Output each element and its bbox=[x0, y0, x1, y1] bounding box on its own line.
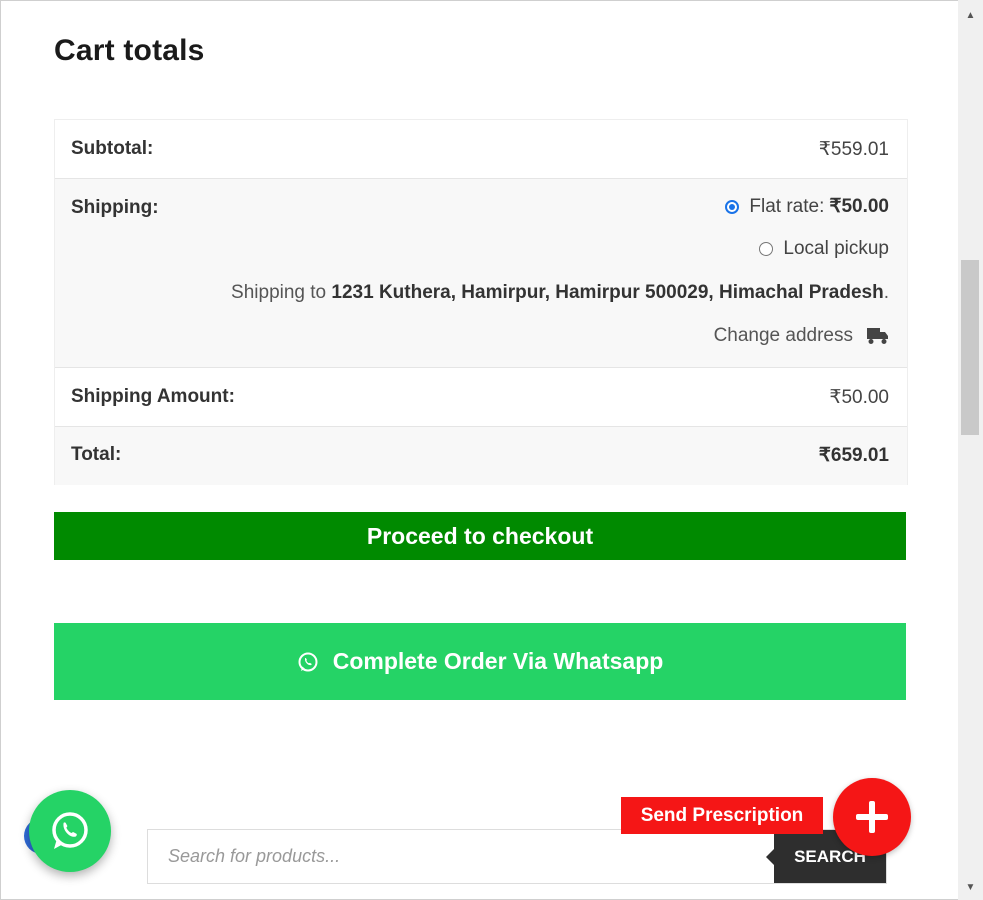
complete-order-whatsapp-label: Complete Order Via Whatsapp bbox=[332, 648, 664, 674]
subtotal-label: Subtotal: bbox=[71, 138, 154, 159]
whatsapp-icon bbox=[52, 812, 88, 849]
flat-rate-label: Flat rate: bbox=[749, 195, 825, 217]
plus-icon[interactable] bbox=[833, 778, 911, 856]
shipping-label: Shipping: bbox=[71, 197, 159, 218]
cart-totals-heading: Cart totals bbox=[54, 34, 205, 67]
scroll-down-arrow-icon[interactable]: ▼ bbox=[958, 878, 983, 898]
total-value: ₹659.01 bbox=[818, 445, 889, 466]
scrollbar-thumb[interactable] bbox=[961, 260, 979, 435]
shipping-to-suffix: . bbox=[883, 282, 889, 303]
shipping-row: Shipping: Flat rate: ₹50.00 Local pickup… bbox=[55, 179, 907, 368]
scroll-up-arrow-icon[interactable]: ▲ bbox=[958, 6, 983, 26]
whatsapp-icon bbox=[297, 651, 319, 673]
product-search-form: SEARCH bbox=[147, 829, 887, 884]
shipping-destination: Shipping to 1231 Kuthera, Hamirpur, Hami… bbox=[231, 282, 889, 304]
subtotal-value: ₹559.01 bbox=[818, 139, 889, 160]
flat-rate-radio[interactable] bbox=[725, 199, 740, 214]
subtotal-row: Subtotal: ₹559.01 bbox=[55, 120, 907, 179]
send-prescription-button[interactable]: Send Prescription bbox=[621, 797, 823, 834]
shipping-amount-row: Shipping Amount: ₹50.00 bbox=[55, 368, 907, 427]
shipping-amount-label: Shipping Amount: bbox=[71, 386, 235, 407]
total-label: Total: bbox=[71, 444, 122, 465]
truck-icon[interactable] bbox=[867, 327, 889, 345]
local-pickup-option[interactable]: Local pickup bbox=[759, 238, 889, 260]
total-row: Total: ₹659.01 bbox=[55, 427, 907, 485]
shipping-amount-value: ₹50.00 bbox=[829, 387, 889, 408]
flat-rate-option[interactable]: Flat rate: ₹50.00 bbox=[725, 195, 889, 218]
whatsapp-floating-button[interactable] bbox=[29, 790, 111, 872]
shipping-address: 1231 Kuthera, Hamirpur, Hamirpur 500029,… bbox=[331, 282, 884, 303]
shipping-to-prefix: Shipping to bbox=[231, 282, 332, 303]
proceed-to-checkout-button[interactable]: Proceed to checkout bbox=[54, 512, 906, 560]
change-address-label[interactable]: Change address bbox=[714, 325, 853, 347]
search-input[interactable] bbox=[148, 830, 768, 883]
cart-totals-table: Subtotal: ₹559.01 Shipping: Flat rate: ₹… bbox=[54, 119, 908, 485]
local-pickup-radio[interactable] bbox=[759, 242, 774, 256]
change-address-link[interactable]: Change address bbox=[714, 325, 889, 347]
complete-order-whatsapp-button[interactable]: Complete Order Via Whatsapp bbox=[54, 623, 906, 700]
local-pickup-label: Local pickup bbox=[783, 238, 889, 259]
flat-rate-value: ₹50.00 bbox=[829, 196, 889, 217]
vertical-scrollbar[interactable]: ▲ ▼ bbox=[958, 0, 983, 900]
